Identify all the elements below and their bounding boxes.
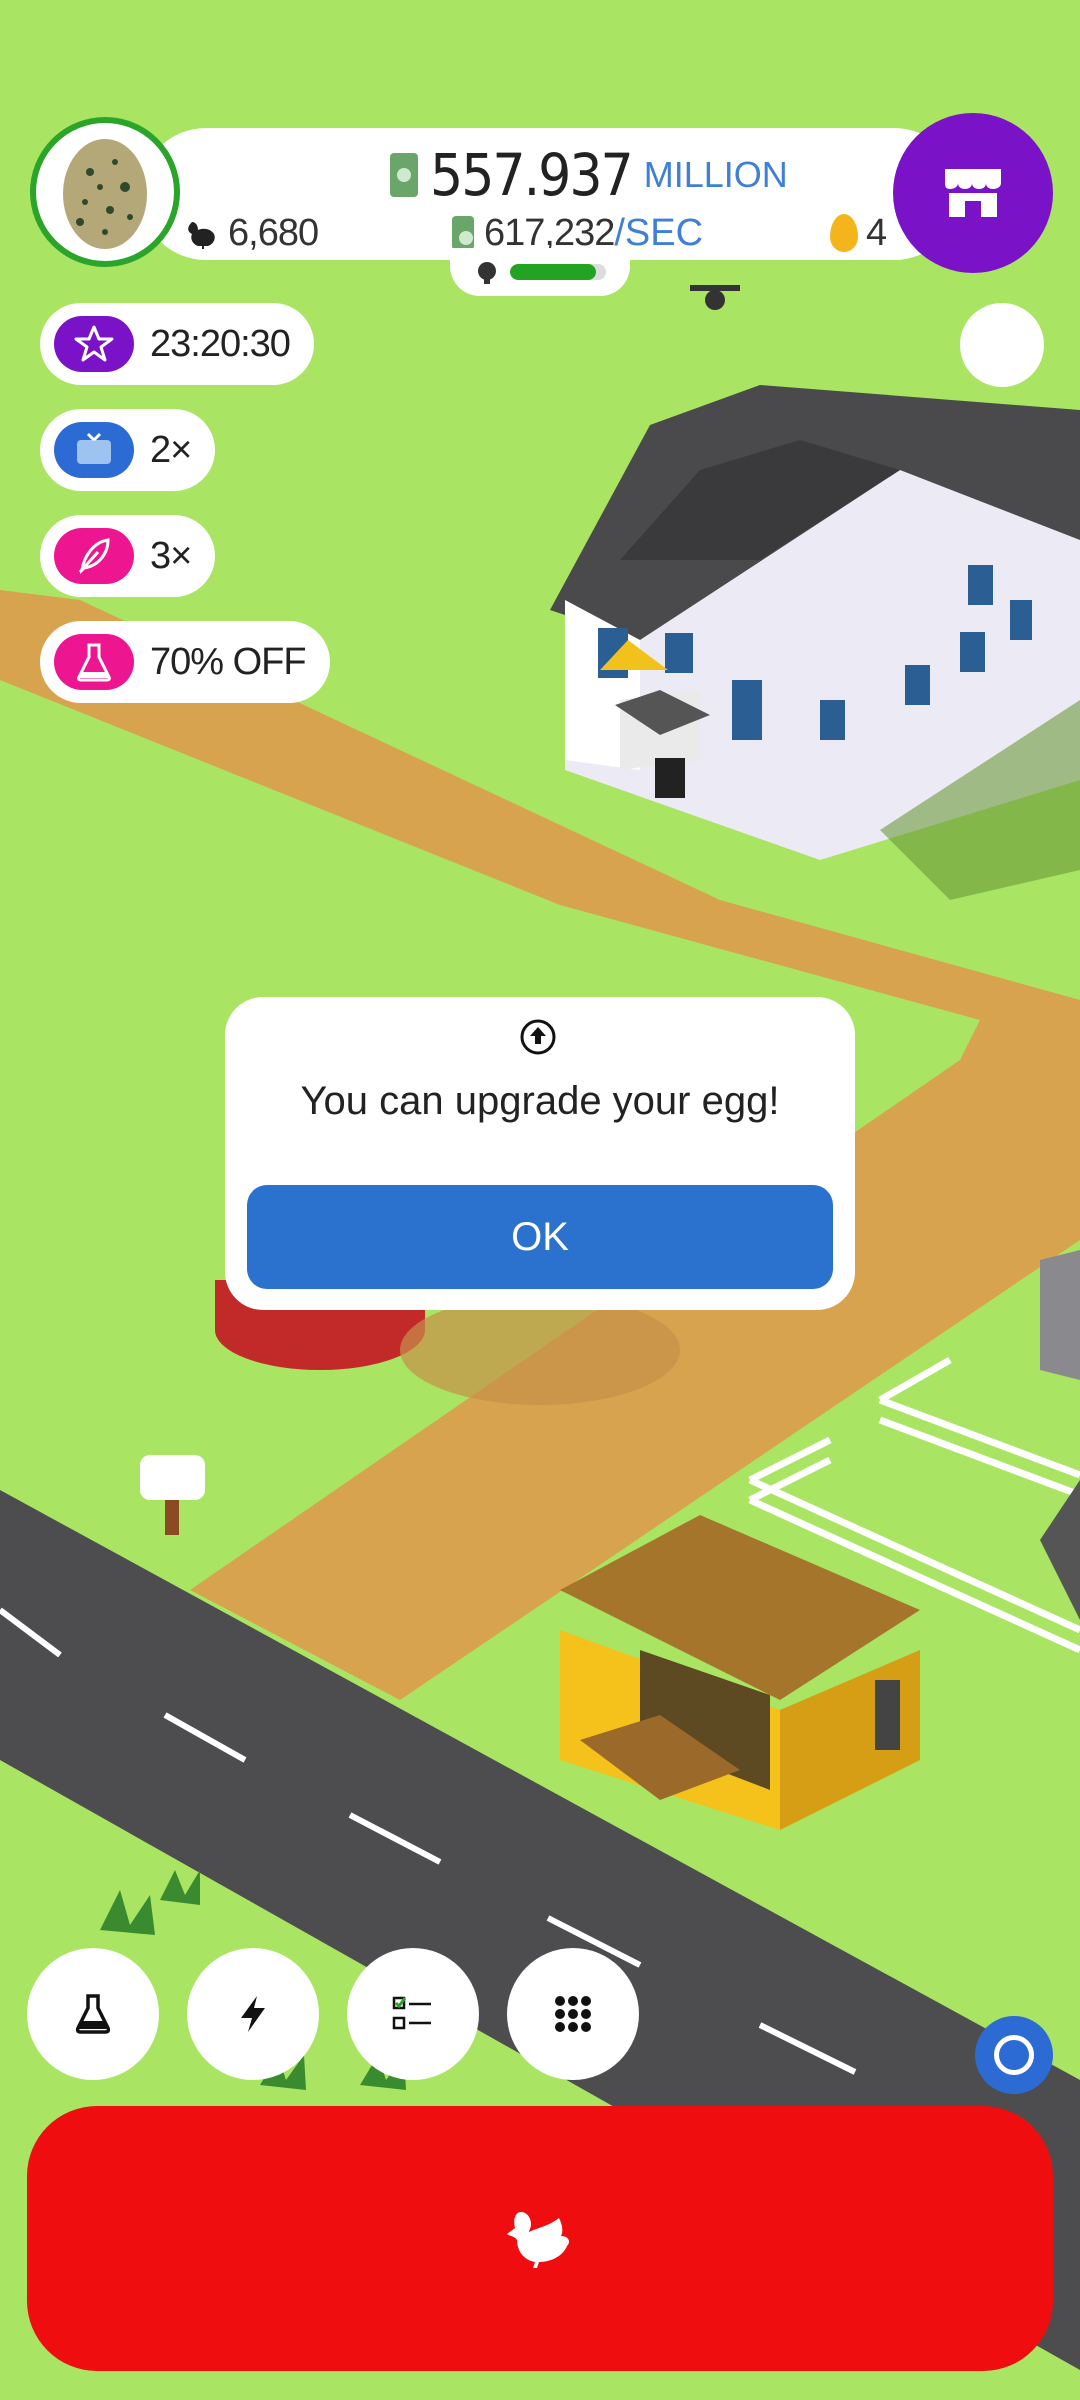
checklist-icon bbox=[392, 1996, 431, 2030]
golden-egg-value: 4 bbox=[866, 211, 888, 254]
boost-feather-text: 3× bbox=[150, 534, 192, 577]
upgrade-arrow-icon bbox=[520, 1019, 556, 1055]
missions-button[interactable] bbox=[347, 1948, 479, 2080]
research-button[interactable] bbox=[27, 1948, 159, 2080]
boost-video[interactable]: 2× bbox=[40, 409, 216, 491]
tv-icon bbox=[54, 422, 134, 478]
money-display: 557.937 MILLION bbox=[390, 140, 788, 210]
boost-discount-text: 70% OFF bbox=[150, 640, 307, 683]
assistive-touch-button[interactable] bbox=[975, 2016, 1053, 2094]
hatch-chicken-button[interactable] bbox=[27, 2106, 1053, 2371]
boost-feather[interactable]: 3× bbox=[40, 515, 216, 597]
boost-video-text: 2× bbox=[150, 428, 192, 471]
feather-icon bbox=[54, 528, 134, 584]
hen-count: 6,680 bbox=[186, 208, 319, 258]
lightning-icon bbox=[241, 1996, 265, 2032]
hen-count-value: 6,680 bbox=[228, 211, 319, 254]
egg-progress bbox=[450, 248, 630, 296]
hen-icon bbox=[188, 222, 215, 249]
shop-icon bbox=[945, 169, 1001, 217]
progress-bar bbox=[510, 264, 606, 280]
star-icon bbox=[54, 316, 134, 372]
shop-button[interactable] bbox=[893, 113, 1053, 273]
money-unit: MILLION bbox=[643, 154, 788, 195]
egg-avatar[interactable] bbox=[30, 117, 180, 267]
progress-fill bbox=[510, 264, 597, 280]
money-value: 557.937 bbox=[430, 141, 634, 209]
golden-egg-icon bbox=[830, 214, 858, 252]
cash-icon bbox=[390, 153, 418, 197]
boost-research-discount[interactable]: 70% OFF bbox=[40, 621, 330, 703]
event-bubble[interactable] bbox=[960, 303, 1044, 387]
cash-icon bbox=[452, 216, 474, 250]
ring-icon bbox=[994, 2035, 1034, 2075]
grid-icon bbox=[555, 1996, 591, 2032]
dialog-message: You can upgrade your egg! bbox=[300, 1079, 780, 1123]
flask-icon bbox=[54, 634, 134, 690]
chick-icon bbox=[478, 262, 496, 284]
upgrade-dialog: You can upgrade your egg! OK bbox=[225, 997, 855, 1310]
golden-egg-count: 4 bbox=[830, 208, 887, 258]
boosts-button[interactable] bbox=[187, 1948, 319, 2080]
flask-icon bbox=[75, 1994, 111, 2034]
boost-timer-text: 23:20:30 bbox=[150, 322, 291, 365]
quail-egg-icon bbox=[63, 139, 147, 249]
menu-button[interactable] bbox=[507, 1948, 639, 2080]
ok-button[interactable]: OK bbox=[247, 1185, 833, 1289]
boost-timer[interactable]: 23:20:30 bbox=[40, 303, 314, 385]
chicken-icon bbox=[507, 2211, 569, 2268]
